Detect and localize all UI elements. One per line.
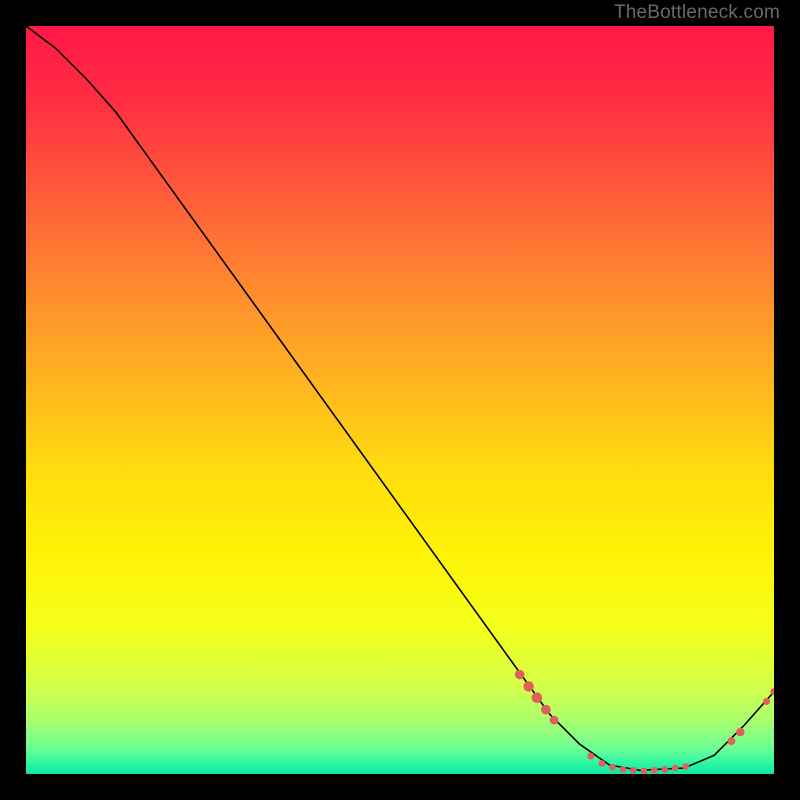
gradient-background — [26, 26, 774, 774]
data-dot — [651, 767, 658, 774]
data-dot — [599, 760, 606, 767]
data-dot — [523, 681, 533, 691]
data-dot — [736, 728, 744, 736]
data-dot — [550, 716, 559, 725]
data-dot — [661, 766, 668, 773]
bottleneck-chart — [26, 26, 774, 774]
data-dot — [515, 670, 525, 680]
data-dot — [587, 753, 594, 760]
data-dot — [609, 764, 616, 771]
data-dot — [682, 763, 689, 770]
data-dot — [672, 765, 679, 772]
data-dot — [630, 767, 637, 774]
attribution-text: TheBottleneck.com — [614, 2, 780, 24]
data-dot — [620, 766, 627, 773]
data-dot — [727, 737, 735, 745]
data-dot — [763, 698, 770, 705]
data-dot — [532, 692, 543, 703]
data-dot — [541, 705, 551, 715]
